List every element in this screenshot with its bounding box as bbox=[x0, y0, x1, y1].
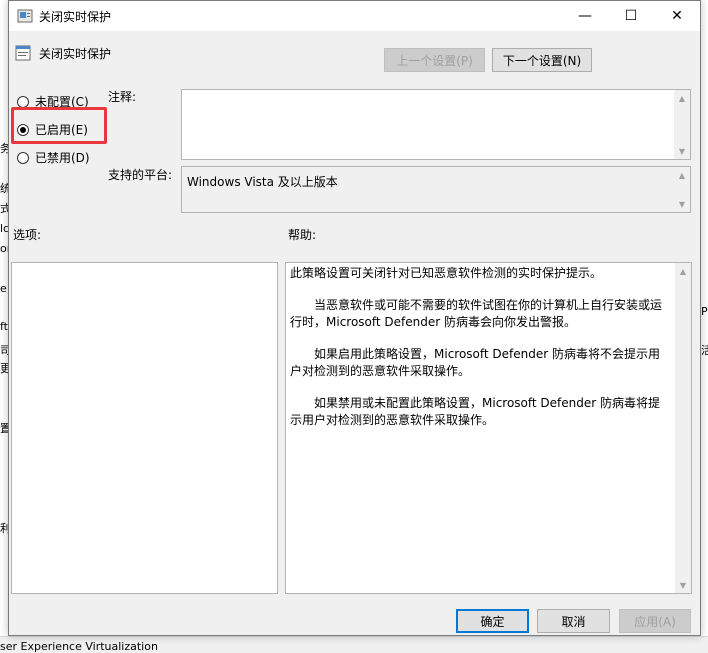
prev-setting-button[interactable]: 上一个设置(P) bbox=[384, 48, 485, 72]
comment-scrollbar[interactable]: ▲ ▼ bbox=[674, 90, 690, 159]
setting-icon bbox=[15, 45, 31, 61]
title-bar[interactable]: 关闭实时保护 — ☐ ✕ bbox=[9, 1, 700, 31]
policy-name: 关闭实时保护 bbox=[39, 47, 112, 61]
close-button[interactable]: ✕ bbox=[654, 1, 700, 31]
scroll-down-icon[interactable]: ▼ bbox=[675, 577, 691, 593]
minimize-icon: — bbox=[578, 8, 592, 24]
radio-label: 已禁用(D) bbox=[35, 151, 90, 165]
scroll-up-icon[interactable]: ▲ bbox=[674, 90, 690, 106]
ok-button[interactable]: 确定 bbox=[456, 609, 529, 633]
next-setting-label: 下一个设置(N) bbox=[502, 53, 582, 68]
comment-label: 注释: bbox=[108, 90, 137, 104]
help-label: 帮助: bbox=[288, 228, 317, 242]
help-text: 此策略设置可关闭针对已知恶意软件检测的实时保护提示。 当恶意软件或可能不需要的软… bbox=[290, 265, 671, 444]
radio-circle bbox=[17, 95, 29, 108]
cancel-label: 取消 bbox=[561, 614, 586, 629]
comment-textarea[interactable]: ▲ ▼ bbox=[181, 89, 691, 160]
help-paragraph: 如果启用此策略设置，Microsoft Defender 防病毒将不会提示用户对… bbox=[290, 347, 661, 378]
platform-field: Windows Vista 及以上版本 ▲ ▼ bbox=[181, 166, 691, 213]
help-paragraph: 如果禁用或未配置此策略设置，Microsoft Defender 防病毒将提示用… bbox=[290, 396, 661, 427]
help-paragraph: 当恶意软件或可能不需要的软件试图在你的计算机上自行安装或运行时，Microsof… bbox=[290, 298, 663, 329]
scroll-down-icon[interactable]: ▼ bbox=[674, 143, 690, 159]
apply-label: 应用(A) bbox=[634, 614, 676, 629]
maximize-icon: ☐ bbox=[624, 8, 638, 24]
radio-disabled[interactable]: 已禁用(D) bbox=[17, 149, 90, 166]
options-label: 选项: bbox=[13, 228, 42, 242]
scroll-down-icon[interactable]: ▼ bbox=[674, 196, 690, 212]
bg-fragment: e bbox=[0, 282, 7, 295]
minimize-button[interactable]: — bbox=[562, 1, 608, 31]
prev-setting-label: 上一个设置(P) bbox=[396, 53, 473, 68]
bg-fragment: ft bbox=[0, 320, 8, 333]
help-scrollbar[interactable]: ▲ ▼ bbox=[675, 263, 691, 593]
platform-scrollbar[interactable]: ▲ ▼ bbox=[674, 167, 690, 212]
highlight-annotation bbox=[11, 107, 107, 144]
policy-icon bbox=[17, 9, 33, 23]
apply-button[interactable]: 应用(A) bbox=[619, 609, 691, 633]
options-panel bbox=[11, 262, 278, 594]
bg-fragment: P bbox=[701, 305, 708, 318]
cancel-button[interactable]: 取消 bbox=[537, 609, 610, 633]
help-panel: 此策略设置可关闭针对已知恶意软件检测的实时保护提示。 当恶意软件或可能不需要的软… bbox=[285, 262, 692, 594]
bg-fragment: 活 bbox=[701, 344, 708, 357]
bg-bottom-text: ser Experience Virtualization bbox=[0, 640, 158, 653]
close-icon: ✕ bbox=[671, 8, 683, 24]
platform-label: 支持的平台: bbox=[108, 168, 173, 182]
radio-circle bbox=[17, 151, 29, 164]
scroll-up-icon[interactable]: ▲ bbox=[675, 263, 691, 279]
background-bottom-strip: ser Experience Virtualization bbox=[0, 636, 708, 653]
scroll-up-icon[interactable]: ▲ bbox=[674, 167, 690, 183]
ok-label: 确定 bbox=[480, 614, 505, 629]
maximize-button[interactable]: ☐ bbox=[608, 1, 654, 31]
help-paragraph: 此策略设置可关闭针对已知恶意软件检测的实时保护提示。 bbox=[290, 266, 603, 280]
next-setting-button[interactable]: 下一个设置(N) bbox=[492, 48, 592, 72]
platform-value: Windows Vista 及以上版本 bbox=[187, 175, 338, 189]
window-title: 关闭实时保护 bbox=[39, 10, 112, 24]
policy-dialog: 关闭实时保护 — ☐ ✕ 关闭实时保护 上一个设置(P) 下一个设置(N) 未配… bbox=[8, 0, 701, 636]
